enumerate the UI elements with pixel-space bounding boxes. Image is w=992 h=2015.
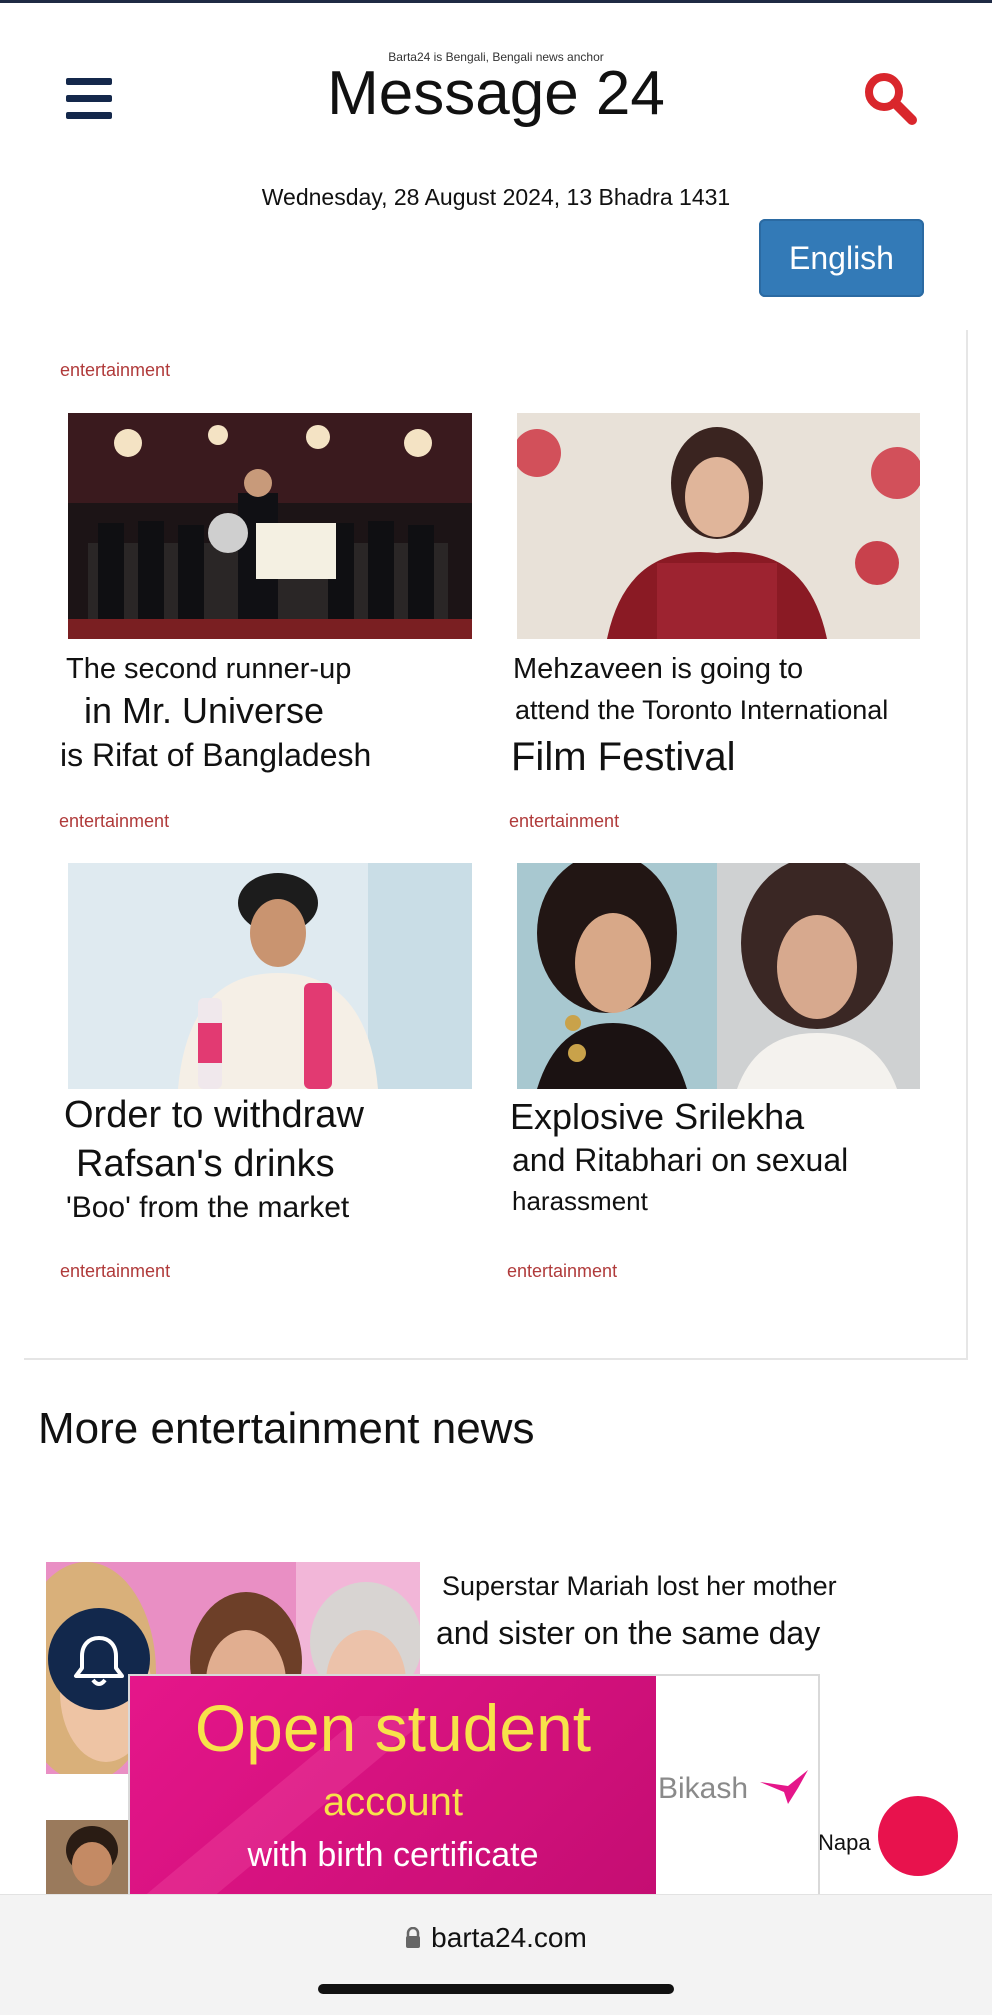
article-image-rafsan[interactable] <box>68 863 472 1089</box>
ad-detail: with birth certificate <box>247 1836 539 1874</box>
url-field[interactable]: barta24.com <box>0 1922 992 1956</box>
section-divider <box>24 1358 966 1360</box>
ad-graphic: Open student account with birth certific… <box>130 1676 656 1908</box>
ad-subheadline: account <box>322 1780 464 1824</box>
article-image-mehzaveen[interactable] <box>517 413 920 639</box>
ad-brand-name: Bikash <box>658 1772 749 1805</box>
content-border <box>966 330 968 1360</box>
lock-icon <box>405 1924 421 1956</box>
article-headline[interactable]: The second runner-up in Mr. Universe is … <box>60 650 371 776</box>
category-label[interactable]: entertainment <box>509 811 619 832</box>
floating-action-button[interactable] <box>878 1796 958 1876</box>
advertisement-banner[interactable]: Open student account with birth certific… <box>128 1674 820 1910</box>
category-label[interactable]: entertainment <box>59 811 169 832</box>
category-label[interactable]: entertainment <box>507 1261 617 1282</box>
more-news-headline[interactable]: Napa <box>818 1830 871 1856</box>
search-icon[interactable] <box>862 70 918 126</box>
more-news-image[interactable] <box>46 1820 136 1902</box>
ad-headline: Open student <box>194 1691 592 1765</box>
more-news-headline[interactable]: Superstar Mariah lost her mother and sis… <box>436 1564 837 1658</box>
article-image-mr-universe[interactable] <box>68 413 472 639</box>
url-text: barta24.com <box>431 1922 587 1953</box>
article-image-srilekha-ritabhari[interactable] <box>517 863 920 1089</box>
current-date: Wednesday, 28 August 2024, 13 Bhadra 143… <box>261 184 731 210</box>
article-headline[interactable]: Order to withdraw Rafsan's drinks 'Boo' … <box>64 1090 364 1228</box>
site-title[interactable]: Message 24 <box>0 58 992 130</box>
article-headline[interactable]: Explosive Srilekha and Ritabhari on sexu… <box>510 1094 848 1222</box>
section-title: More entertainment news <box>38 1404 535 1453</box>
article-headline[interactable]: Mehzaveen is going to attend the Toronto… <box>511 650 888 782</box>
bird-logo-icon <box>760 1770 808 1804</box>
category-label[interactable]: entertainment <box>60 1261 170 1282</box>
top-border <box>0 0 992 3</box>
language-toggle-button[interactable]: English <box>759 219 924 297</box>
home-indicator[interactable] <box>318 1984 674 1994</box>
category-label[interactable]: entertainment <box>60 360 170 381</box>
